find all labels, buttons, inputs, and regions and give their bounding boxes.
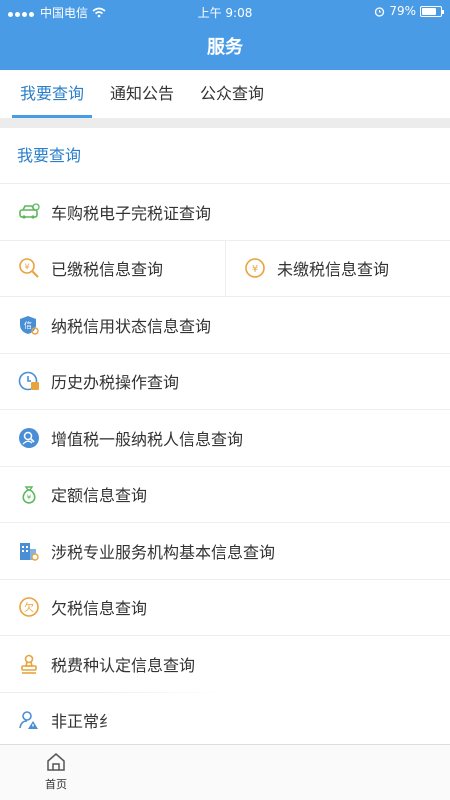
user-warning-icon xyxy=(18,709,40,731)
stamp-icon xyxy=(18,653,40,675)
list-row-paid-unpaid: ¥ 已缴税信息查询 ¥ 未缴税信息查询 xyxy=(0,240,450,297)
list-item-history-operations[interactable]: 历史办税操作查询 xyxy=(0,354,450,410)
owe-tax-icon: 欠 xyxy=(18,596,40,618)
list-item-label: 增值税一般纳税人信息查询 xyxy=(51,429,244,449)
battery-percent: 79% xyxy=(389,4,416,18)
blur-overlay xyxy=(100,690,450,748)
list-item-paid-tax[interactable]: ¥ 已缴税信息查询 xyxy=(0,241,225,297)
list-item-vehicle-tax-certificate[interactable]: 车购税电子完税证查询 xyxy=(0,184,450,241)
tab-my-query[interactable]: 我要查询 xyxy=(12,70,93,118)
list-item-unpaid-tax[interactable]: ¥ 未缴税信息查询 xyxy=(225,240,450,296)
list-item-label: 税费种认定信息查询 xyxy=(51,655,196,675)
credit-shield-icon: 信 xyxy=(18,314,40,336)
list-item-label: 未缴税信息查询 xyxy=(277,260,390,280)
list-item-owed-tax[interactable]: 欠 欠税信息查询 xyxy=(0,580,450,636)
list-item-label: 车购税电子完税证查询 xyxy=(51,203,212,223)
app-header: 中国电信 上午 9:08 79% 服务 xyxy=(0,0,450,70)
home-icon xyxy=(47,753,65,771)
query-list: 我要查询 车购税电子完税证查询 ¥ 已缴税信息查询 ¥ 未缴税信息查询 信 纳税… xyxy=(0,128,450,749)
yuan-coin-icon: ¥ xyxy=(244,257,266,279)
yuan-search-icon: ¥ xyxy=(18,257,40,279)
list-item-label: 历史办税操作查询 xyxy=(51,373,180,393)
tab-home[interactable]: 首页 xyxy=(32,751,80,792)
clock-tax-icon xyxy=(18,370,40,392)
building-icon xyxy=(18,540,40,562)
section-title: 我要查询 xyxy=(0,128,450,184)
section-divider xyxy=(0,118,450,128)
tab-public-query[interactable]: 公众查询 xyxy=(192,70,272,118)
tab-home-label: 首页 xyxy=(45,778,67,791)
svg-text:¥: ¥ xyxy=(24,263,29,272)
list-item-label: 定额信息查询 xyxy=(51,486,148,506)
list-item-label: 欠税信息查询 xyxy=(51,599,148,619)
list-item-credit-status[interactable]: 信 纳税信用状态信息查询 xyxy=(0,297,450,354)
list-item-quota-info[interactable]: ¥ 定额信息查询 xyxy=(0,467,450,523)
car-icon xyxy=(18,201,40,223)
list-item-label: 纳税信用状态信息查询 xyxy=(51,316,212,336)
svg-text:¥: ¥ xyxy=(27,494,32,502)
bottom-tab-bar: 首页 xyxy=(0,744,450,800)
svg-text:信: 信 xyxy=(24,320,32,330)
battery-icon xyxy=(420,5,444,17)
list-item-service-agency[interactable]: 涉税专业服务机构基本信息查询 xyxy=(0,523,450,580)
list-item-label: 已缴税信息查询 xyxy=(51,260,164,280)
list-item-tax-type-recognition[interactable]: 税费种认定信息查询 xyxy=(0,636,450,693)
status-bar: 中国电信 上午 9:08 79% xyxy=(0,0,450,22)
tab-bar-top: 我要查询 通知公告 公众查询 xyxy=(0,70,450,118)
user-search-icon xyxy=(18,427,40,449)
tab-notices[interactable]: 通知公告 xyxy=(102,70,182,118)
svg-text:¥: ¥ xyxy=(252,264,258,275)
list-item-vat-taxpayer[interactable]: 增值税一般纳税人信息查询 xyxy=(0,410,450,467)
money-bag-icon: ¥ xyxy=(18,483,40,505)
svg-text:欠: 欠 xyxy=(24,601,34,614)
list-item-label: 涉税专业服务机构基本信息查询 xyxy=(51,542,276,562)
page-title: 服务 xyxy=(207,37,243,58)
alarm-icon xyxy=(375,6,385,17)
